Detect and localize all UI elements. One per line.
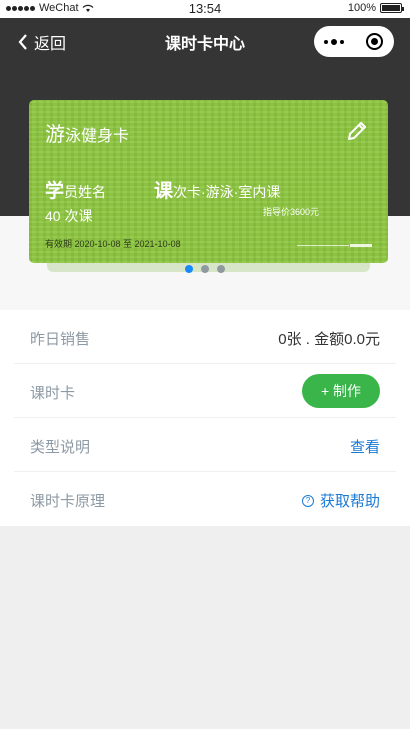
card-decor-line [297,245,349,246]
close-miniprogram-icon[interactable] [354,33,394,50]
carousel-indicator [0,265,410,273]
validity-period: 有效期 2020-10-08 至 2021-10-08 [45,239,181,249]
guide-price: 指导价3600元 [263,207,320,217]
carousel-dot[interactable] [201,265,209,273]
list-item-principle[interactable]: 课时卡原理 ? 获取帮助 [14,472,396,526]
student-rest: 员姓名 [64,184,107,200]
type-description-label: 类型说明 [30,439,91,456]
chevron-left-icon [18,34,27,50]
get-help-link[interactable]: ? 获取帮助 [301,490,380,511]
card-type: 课次卡·游泳·室内课 [154,176,280,203]
carousel-dot[interactable] [185,265,193,273]
yesterday-sales-value: 0张 . 金额0.0元 [278,331,380,348]
principle-label: 课时卡原理 [30,493,106,510]
edit-card-button[interactable] [346,120,368,147]
type-rest: 次卡·游泳·室内课 [173,184,281,200]
carousel-dot[interactable] [217,265,225,273]
pencil-icon [348,122,366,140]
type-first: 课 [154,181,174,202]
make-card-button[interactable]: + 制作 [302,374,380,408]
list-item-lesson-card: 课时卡 + 制作 [14,364,396,418]
list-item-yesterday-sales: 昨日销售 0张 . 金额0.0元 [14,310,396,364]
view-link[interactable]: 查看 [350,436,380,457]
list-item-type-description[interactable]: 类型说明 查看 [14,418,396,472]
battery-percent: 100% [347,2,376,14]
navigation-bar: 返回 课时卡中心 [0,18,410,64]
back-button[interactable]: 返回 [18,30,66,54]
yesterday-sales-label: 昨日销售 [30,331,91,348]
lesson-card-label: 课时卡 [30,385,76,402]
back-label: 返回 [34,36,67,53]
card-name-rest: 泳健身卡 [65,128,130,145]
get-help-label: 获取帮助 [319,493,380,510]
card-decor-bar [350,244,372,247]
card-name: 游泳健身卡 [45,118,129,147]
help-icon: ? [301,494,314,507]
miniprogram-capsule [314,26,394,57]
battery-icon [380,3,404,13]
status-bar: WeChat 13:54 100% [0,0,410,18]
more-menu-icon[interactable] [314,38,354,45]
student-first: 学 [45,181,65,202]
lesson-count: 40 次课 [45,208,93,224]
battery-status: 100% [347,2,404,14]
card-name-first: 游 [45,124,65,146]
info-list: 昨日销售 0张 . 金额0.0元 课时卡 + 制作 类型说明 查看 课时卡原理 … [0,310,410,526]
student-name: 学员姓名 [45,176,106,203]
lesson-card[interactable]: 游泳健身卡 学员姓名 40 次课 课次卡·游泳·室内课 指导价3600元 有效期… [29,100,388,263]
